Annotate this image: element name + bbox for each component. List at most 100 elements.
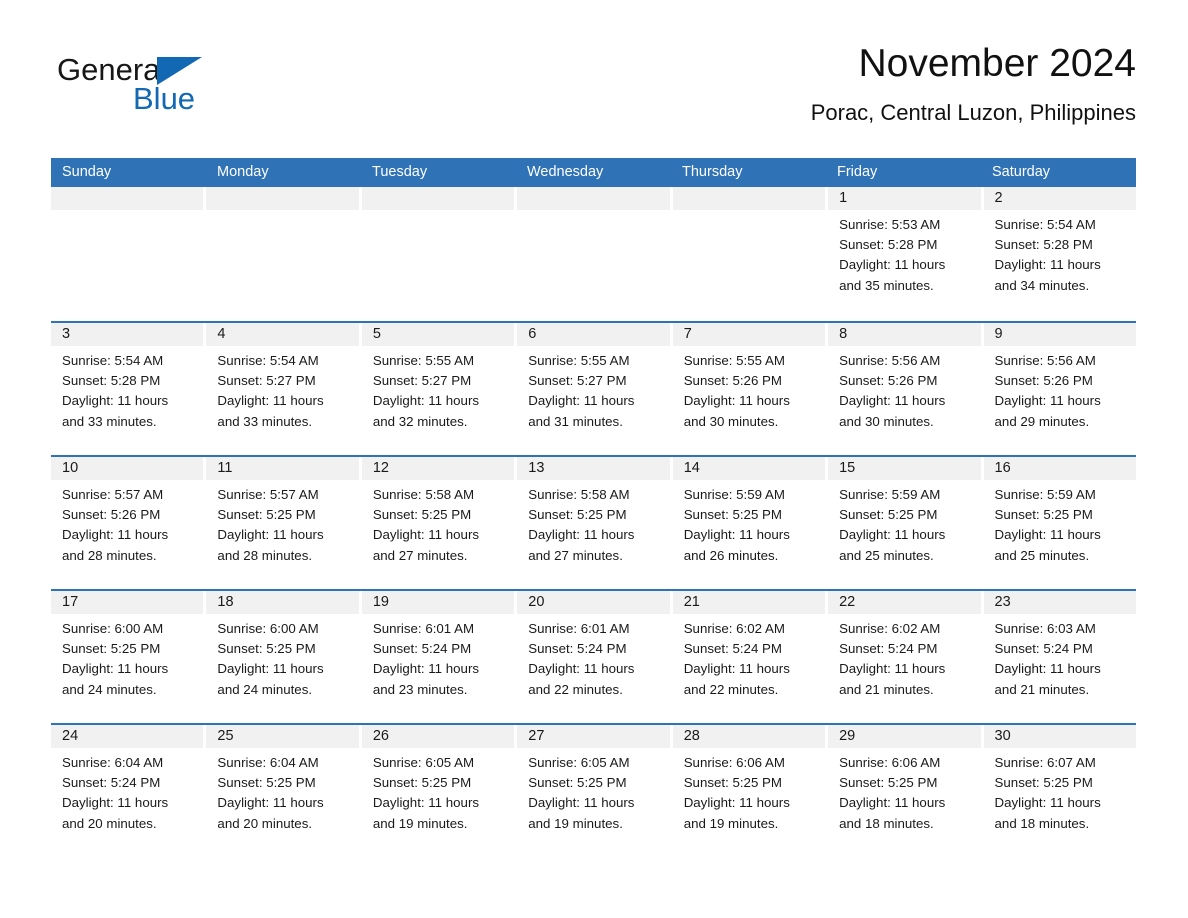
calendar-day-cell[interactable]: 13 Sunrise: 5:58 AM Sunset: 5:25 PM Dayligh… [517,457,673,589]
calendar-day-cell[interactable]: 3 Sunrise: 5:54 AM Sunset: 5:28 PM Daylight… [51,323,207,455]
sunrise-text: Sunrise: 5:54 AM [217,353,319,368]
daylight-text-line2: and 26 minutes. [683,547,779,563]
sunset-text: Sunset: 5:25 PM [683,775,782,791]
weekday-header-tuesday: Tuesday [372,164,428,180]
day-details: Sunrise: 6:04 AM Sunset: 5:25 PM Daylight:… [206,748,358,834]
day-number: 7 [683,326,692,342]
sunrise-text: Sunrise: 5:54 AM [62,353,164,368]
calendar-page: General Blue November 2024 Porac, Centra… [0,0,1188,918]
calendar-day-cell[interactable]: 25 Sunrise: 6:04 AM Sunset: 5:25 PM Dayligh… [206,725,362,857]
sunset-text: Sunset: 5:25 PM [839,775,938,791]
daylight-text-line1: Daylight: 11 hours [683,795,790,811]
sunset-text: Sunset: 5:25 PM [994,775,1093,791]
daylight-text-line1: Daylight: 11 hours [683,661,790,677]
calendar-day-cell[interactable]: 17 Sunrise: 6:00 AM Sunset: 5:25 PM Dayligh… [51,591,207,723]
daylight-text-line2: and 28 minutes. [217,547,313,563]
weekday-header-wednesday: Wednesday [527,164,604,180]
calendar-day-cell[interactable]: 8 Sunrise: 5:56 AM Sunset: 5:26 PM Daylight… [828,323,984,455]
sunset-text: Sunset: 5:25 PM [839,507,938,523]
sunset-text: Sunset: 5:25 PM [994,507,1093,523]
day-details: Sunrise: 6:00 AM Sunset: 5:25 PM Daylight:… [206,614,358,700]
calendar-day-cell[interactable]: 21 Sunrise: 6:02 AM Sunset: 5:24 PM Dayligh… [672,591,829,723]
page-header: General Blue November 2024 Porac, Centra… [51,40,1136,150]
day-number: 5 [372,326,381,342]
calendar-day-cell[interactable]: 22 Sunrise: 6:02 AM Sunset: 5:24 PM Dayligh… [828,591,984,723]
day-number-band: 21 [672,591,826,614]
calendar-day-cell[interactable]: 27 Sunrise: 6:05 AM Sunset: 5:25 PM Dayligh… [517,725,673,857]
sunrise-text: Sunrise: 5:57 AM [62,487,164,502]
calendar-day-cell[interactable]: 12 Sunrise: 5:58 AM Sunset: 5:25 PM Dayligh… [361,457,518,589]
sunset-text: Sunset: 5:24 PM [62,775,161,791]
calendar-day-cell[interactable]: 18 Sunrise: 6:00 AM Sunset: 5:25 PM Dayligh… [206,591,362,723]
daylight-text-line2: and 32 minutes. [372,413,468,429]
calendar-day-cell[interactable]: 23 Sunrise: 6:03 AM Sunset: 5:24 PM Dayligh… [983,591,1136,723]
calendar-day-cell[interactable]: 11 Sunrise: 5:57 AM Sunset: 5:25 PM Dayligh… [206,457,362,589]
day-number-band: 6 [517,323,670,346]
day-details: Sunrise: 5:58 AM Sunset: 5:25 PM Daylight:… [517,480,669,566]
sunrise-text: Sunrise: 5:55 AM [683,353,785,368]
day-number-band: 10 [51,457,204,480]
day-number-band: 16 [983,457,1136,480]
daylight-text-line1: Daylight: 11 hours [994,661,1101,677]
day-details: Sunrise: 5:59 AM Sunset: 5:25 PM Daylight:… [828,480,980,566]
calendar-day-cell-empty [361,187,518,321]
sunrise-text: Sunrise: 6:02 AM [683,621,785,636]
day-number: 13 [528,460,545,476]
sunrise-text: Sunrise: 6:05 AM [528,755,630,770]
daylight-text-line2: and 25 minutes. [839,547,934,563]
sunrise-text: Sunrise: 5:59 AM [683,487,785,502]
calendar-day-cell[interactable]: 15 Sunrise: 5:59 AM Sunset: 5:25 PM Dayligh… [828,457,984,589]
calendar-day-cell[interactable]: 9 Sunrise: 5:56 AM Sunset: 5:26 PM Daylight… [983,323,1136,455]
weekday-header-monday: Monday [217,164,269,180]
calendar-day-cell[interactable]: 4 Sunrise: 5:54 AM Sunset: 5:27 PM Daylight… [206,323,362,455]
day-number-band [517,187,670,210]
sunrise-text: Sunrise: 6:02 AM [839,621,941,636]
calendar-week-row: 24 Sunrise: 6:04 AM Sunset: 5:24 PM Dayligh… [51,723,1136,857]
day-number: 10 [62,460,79,476]
calendar-day-cell[interactable]: 24 Sunrise: 6:04 AM Sunset: 5:24 PM Dayligh… [51,725,207,857]
daylight-text-line2: and 27 minutes. [528,547,623,563]
day-number: 1 [839,190,848,206]
calendar-day-cell[interactable]: 14 Sunrise: 5:59 AM Sunset: 5:25 PM Dayligh… [672,457,829,589]
general-blue-logo[interactable]: General Blue [57,52,357,132]
daylight-text-line2: and 27 minutes. [372,547,468,563]
day-details: Sunrise: 5:57 AM Sunset: 5:25 PM Daylight:… [206,480,358,566]
day-number-band: 4 [206,323,359,346]
calendar-day-cell[interactable]: 5 Sunrise: 5:55 AM Sunset: 5:27 PM Daylight… [361,323,518,455]
day-number-band: 24 [51,725,204,748]
daylight-text-line1: Daylight: 11 hours [372,527,480,543]
daylight-text-line1: Daylight: 11 hours [217,795,324,811]
day-details: Sunrise: 5:58 AM Sunset: 5:25 PM Daylight:… [362,480,514,566]
calendar-day-cell[interactable]: 29 Sunrise: 6:06 AM Sunset: 5:25 PM Dayligh… [828,725,984,857]
calendar-day-cell[interactable]: 10 Sunrise: 5:57 AM Sunset: 5:26 PM Dayligh… [51,457,207,589]
calendar-day-cell[interactable]: 7 Sunrise: 5:55 AM Sunset: 5:26 PM Daylight… [672,323,829,455]
sunrise-text: Sunrise: 6:07 AM [994,755,1096,770]
daylight-text-line2: and 22 minutes. [683,681,779,697]
calendar-day-cell[interactable]: 2 Sunrise: 5:54 AM Sunset: 5:28 PM Daylight… [983,187,1136,321]
calendar-day-cell[interactable]: 30 Sunrise: 6:07 AM Sunset: 5:25 PM Dayligh… [983,725,1136,857]
calendar-day-cell[interactable]: 19 Sunrise: 6:01 AM Sunset: 5:24 PM Dayligh… [361,591,518,723]
day-details: Sunrise: 6:06 AM Sunset: 5:25 PM Daylight:… [673,748,825,834]
daylight-text-line2: and 25 minutes. [994,547,1090,563]
daylight-text-line2: and 30 minutes. [839,413,934,429]
day-details: Sunrise: 6:06 AM Sunset: 5:25 PM Daylight:… [828,748,980,834]
daylight-text-line2: and 29 minutes. [994,413,1090,429]
sunset-text: Sunset: 5:25 PM [217,641,316,657]
day-number-band: 22 [828,591,981,614]
calendar-day-cell[interactable]: 28 Sunrise: 6:06 AM Sunset: 5:25 PM Dayligh… [672,725,829,857]
daylight-text-line1: Daylight: 11 hours [839,393,946,409]
sunset-text: Sunset: 5:27 PM [372,373,472,389]
day-details: Sunrise: 6:07 AM Sunset: 5:25 PM Daylight:… [984,748,1136,834]
daylight-text-line2: and 34 minutes. [994,277,1090,293]
day-number: 9 [994,326,1003,342]
day-details: Sunrise: 5:55 AM Sunset: 5:27 PM Daylight:… [362,346,514,432]
calendar-day-cell-empty [51,187,207,321]
calendar-day-cell[interactable]: 1 Sunrise: 5:53 AM Sunset: 5:28 PM Daylight… [828,187,984,321]
calendar-day-cell[interactable]: 20 Sunrise: 6:01 AM Sunset: 5:24 PM Dayligh… [517,591,673,723]
day-number-band: 30 [983,725,1136,748]
weekday-header-friday: Friday [837,164,878,180]
calendar-day-cell[interactable]: 26 Sunrise: 6:05 AM Sunset: 5:25 PM Dayligh… [361,725,518,857]
calendar-day-cell[interactable]: 6 Sunrise: 5:55 AM Sunset: 5:27 PM Daylight… [517,323,673,455]
sunrise-text: Sunrise: 5:56 AM [839,353,941,368]
calendar-day-cell[interactable]: 16 Sunrise: 5:59 AM Sunset: 5:25 PM Dayligh… [983,457,1136,589]
